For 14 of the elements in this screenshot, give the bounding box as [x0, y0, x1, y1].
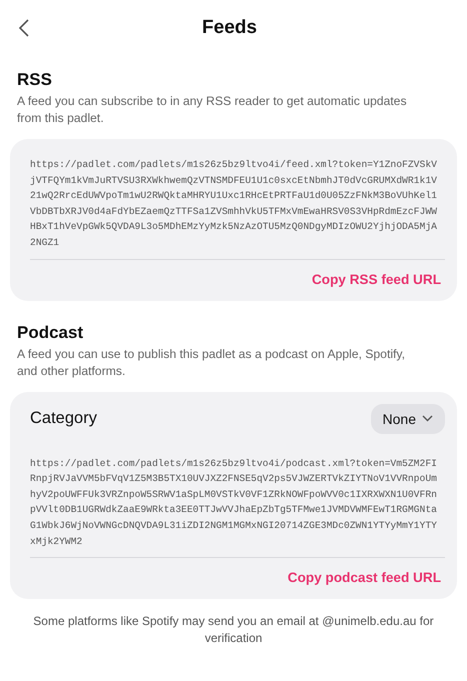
page-title: Feeds [202, 17, 257, 39]
copy-link[interactable]: Copy podcast feed URL [288, 570, 441, 586]
feed-url: https://padlet.com/padlets/m1s26z5bz9ltvo4i/feed.xml?token=Y1ZnoFZVSkVjVTFQYm1kVmJuRTVSU3RXWkhwemQzVTNSMDFEU1U1c0sxcEtNbmhJT0dVcGRUMXdWR1k1V21wQ2RrcEdUWVpoTm1wU2RWQktaMHRYU1Uxc1RHcEtPRTFaU1d0U05ZzFNkM3BoVUhKel1VbDBTbXRJV0d4aFdYbEZaemQzTTFSa1ZVSmhhVkU5TFMxVmEwaHRSV0S3VHpRdmEzcFJWWHBxT1hVeVpGWk5QVDA9L3o5MDhEMzYyMzk5NzAzOTU5MzQ0NDgyMDIzOWU2YjhjODA5MjA2NGZ1 [29, 158, 438, 250]
feed-url: https://padlet.com/padlets/m1s26z5bz9ltvo4i/podcast.xml?token=Vm5ZM2FIRnpjRVJaVVM5bFVqV1Z5M3B5TX10UVJXZ2FNSE5qV2ps5VJWZERTVkZIYTNoV1VVRnpoUmhyV2poUWFFUk3VRZnpoW5SRWV1aSpLM0VSTkV0VF1ZRkNOWFpoWVV0c1IXRXWXN1U0VFRnpVVlt0DB1UGRWdkZaaE9WRkta3EE0TTJwVVJhaEpZbTg5TFMwe1JVMDVWMFEwT1RGMGNtaG1WbkJ6WjNoVWNGcDNQVDA9L31iZDI2NGM1MGMxNGI20714ZGE3MDc0ZWN1YTYyMmY1YTYxMjk2YWM2 [29, 456, 438, 549]
category-label: Category [30, 409, 97, 428]
section-description: A feed you can use to publish this padlet as a podcast on Apple, Spotify, and other platforms. [17, 346, 406, 380]
chevron-down-icon [422, 415, 433, 422]
copy-link[interactable]: Copy RSS feed URL [312, 272, 441, 287]
back-icon [18, 18, 30, 38]
section-heading: RSS [17, 70, 53, 90]
section-heading: Podcast [17, 322, 84, 343]
section-description: A feed you can subscribe to in any RSS reader to get automatic updates from this padlet. [17, 93, 408, 127]
footer-note: Some platforms like Spotify may send you an email at @unimelb.edu.au for verification [32, 613, 435, 648]
category-dropdown[interactable]: None [370, 404, 445, 434]
